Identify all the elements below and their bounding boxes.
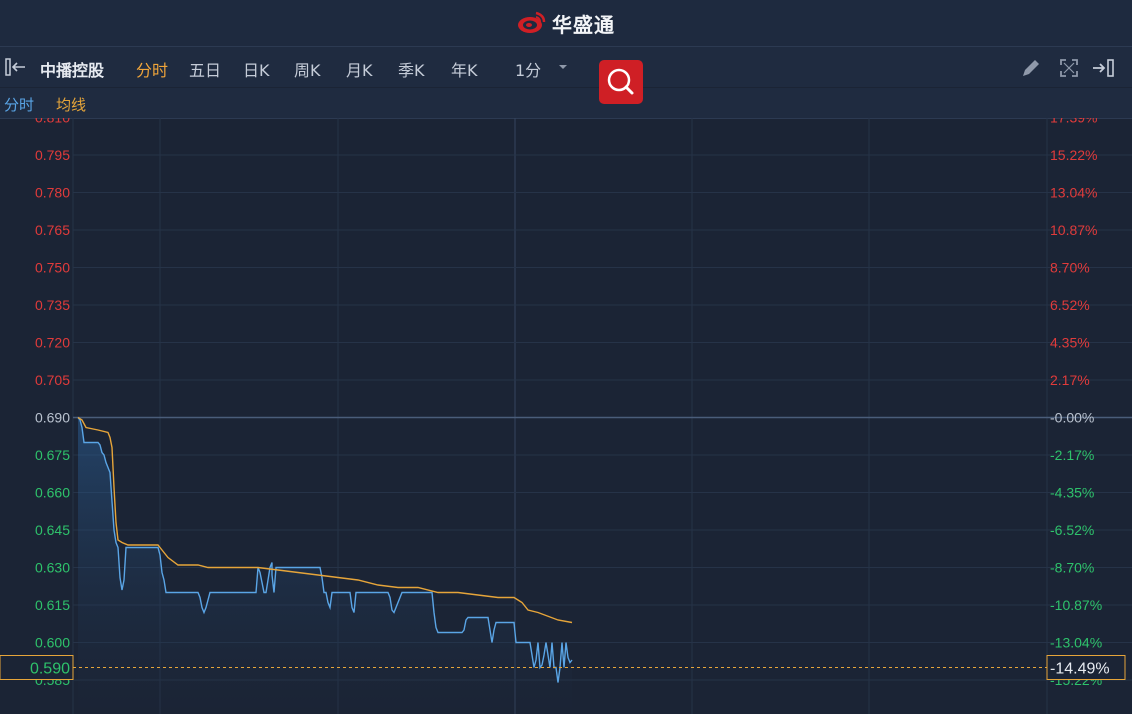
percent-tick-label: 4.35%	[1050, 335, 1090, 351]
percent-tick-label: -10.87%	[1050, 597, 1102, 613]
price-tick-label: 0.690	[35, 410, 70, 426]
tab-five-day[interactable]: 五日	[189, 57, 221, 81]
price-tick-label: 0.630	[35, 560, 70, 576]
toolbar: 中播控股 分时 五日 日K 周K 月K 季K 年K 1分	[0, 47, 1132, 87]
price-tick-label: 0.795	[35, 147, 70, 163]
price-tick-label: 0.780	[35, 185, 70, 201]
percent-tick-label: -13.04%	[1050, 635, 1102, 651]
interval-select[interactable]: 1分	[515, 57, 541, 81]
price-tick-label: 0.645	[35, 522, 70, 538]
price-tick-label: 0.705	[35, 372, 70, 388]
price-tick-label: 0.810	[35, 118, 70, 126]
percent-tick-label: -8.70%	[1050, 560, 1094, 576]
brand-logo-icon	[518, 11, 546, 33]
tab-daily-k[interactable]: 日K	[243, 57, 270, 81]
price-tick-label: 0.615	[35, 597, 70, 613]
tab-monthly-k[interactable]: 月K	[346, 57, 373, 81]
search-button[interactable]	[599, 60, 643, 104]
chart-series	[77, 416, 573, 714]
intraday-chart: 0.810 0.795 0.780 0.765 0.750 0.735 0.720 0.705…	[0, 118, 1132, 714]
expand-right-icon[interactable]	[1091, 57, 1117, 79]
price-tick-label: 0.675	[35, 447, 70, 463]
legend-average-line: 均线	[56, 96, 87, 114]
price-tick-label: 0.735	[35, 297, 70, 313]
collapse-left-icon[interactable]	[5, 57, 27, 77]
brand: 华盛通	[516, 9, 615, 37]
chevron-down-icon[interactable]	[557, 63, 569, 71]
price-axis: 0.810 0.795 0.780 0.765 0.750 0.735 0.720 0.705…	[35, 118, 70, 688]
percent-tick-label: -6.52%	[1050, 522, 1094, 538]
price-tick-label: 0.750	[35, 260, 70, 276]
stock-name: 中播控股	[40, 61, 105, 80]
percent-tick-label: 10.87%	[1050, 222, 1097, 238]
percent-tick-label: 2.17%	[1050, 372, 1090, 388]
percent-tick-label: 15.22%	[1050, 147, 1097, 163]
pencil-icon[interactable]	[1020, 57, 1042, 79]
price-tick-label: 0.600	[35, 635, 70, 651]
price-area-fill	[78, 417, 572, 714]
percent-axis: 17.39% 15.22% 13.04% 10.87% 8.70% 6.52% 4.35% 2…	[1050, 118, 1102, 688]
tab-yearly-k[interactable]: 年K	[451, 57, 478, 81]
percent-tick-label: 6.52%	[1050, 297, 1090, 313]
percent-tick-label: -2.17%	[1050, 447, 1094, 463]
percent-tick-label: 13.04%	[1050, 185, 1097, 201]
percent-tick-label: -0.00%	[1050, 410, 1094, 426]
percent-tick-label: 8.70%	[1050, 260, 1090, 276]
legend-price-line: 分时	[4, 96, 35, 114]
price-tick-label: 0.720	[35, 335, 70, 351]
current-change-label: -14.49%	[1050, 661, 1110, 678]
search-icon	[607, 68, 634, 95]
tab-intraday[interactable]: 分时	[136, 57, 168, 81]
top-bar: 华盛通	[0, 0, 1132, 47]
tab-quarterly-k[interactable]: 季K	[398, 57, 425, 81]
current-price-label: 0.590	[30, 661, 70, 678]
price-tick-label: 0.765	[35, 222, 70, 238]
brand-name: 华盛通	[552, 12, 615, 37]
fullscreen-icon[interactable]	[1058, 57, 1080, 79]
price-tick-label: 0.660	[35, 485, 70, 501]
tab-weekly-k[interactable]: 周K	[294, 57, 321, 81]
percent-tick-label: -4.35%	[1050, 485, 1094, 501]
legend-bar: 分时 均线	[0, 88, 1132, 119]
percent-tick-label: 17.39%	[1050, 118, 1097, 126]
